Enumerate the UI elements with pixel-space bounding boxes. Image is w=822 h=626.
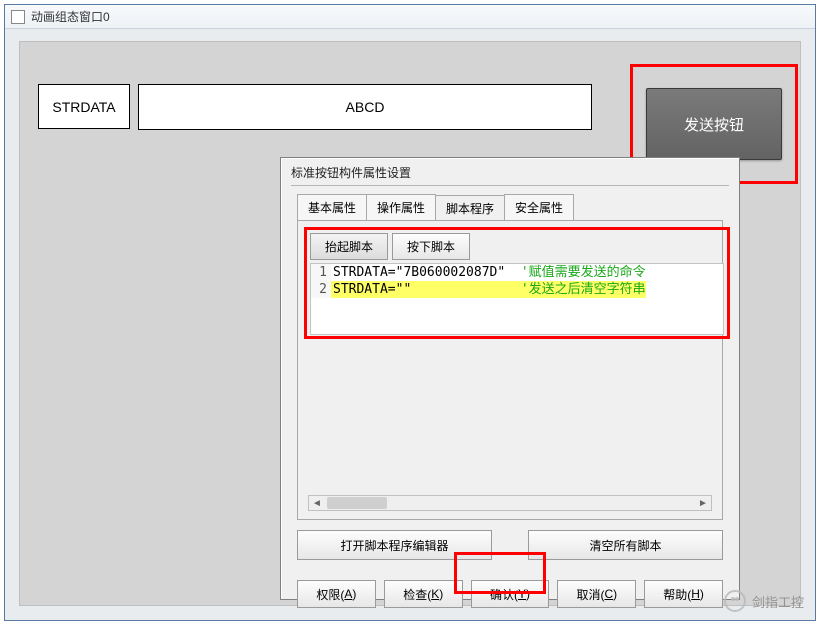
line-number: 1: [311, 264, 331, 281]
line-number: 2: [311, 281, 331, 298]
tab-operation[interactable]: 操作属性: [366, 194, 436, 220]
editor-buttons-row: 打开脚本程序编辑器 清空所有脚本: [297, 530, 723, 560]
strdata-display: STRDATA: [38, 84, 130, 129]
tab-script[interactable]: 脚本程序: [435, 195, 505, 221]
watermark: 剑指工控: [724, 590, 804, 612]
dialog-title: 标准按钮构件属性设置: [281, 158, 739, 183]
code-text-highlighted: STRDATA="" '发送之后清空字符串: [331, 281, 646, 298]
properties-dialog: 标准按钮构件属性设置 基本属性 操作属性 脚本程序 安全属性 抬起脚本 按下脚本…: [280, 157, 740, 600]
abcd-display: ABCD: [138, 84, 592, 130]
horizontal-scrollbar[interactable]: ◄ ►: [308, 495, 712, 511]
code-comment: '赋值需要发送的命令: [521, 265, 646, 280]
subtab-release-script[interactable]: 抬起脚本: [310, 233, 388, 260]
titlebar: 动画组态窗口0: [5, 5, 815, 29]
window-title: 动画组态窗口0: [31, 8, 110, 25]
tabs-row: 基本属性 操作属性 脚本程序 安全属性: [297, 194, 723, 220]
script-editor[interactable]: 1 STRDATA="7B060002087D" '赋值需要发送的命令 2 ST…: [310, 263, 724, 335]
clear-all-scripts-button[interactable]: 清空所有脚本: [528, 530, 723, 560]
scroll-thumb[interactable]: [327, 497, 387, 509]
check-button[interactable]: 检查(K): [384, 580, 463, 608]
scroll-track[interactable]: [325, 496, 695, 510]
dialog-title-separator: [291, 185, 729, 186]
subtab-press-script[interactable]: 按下脚本: [392, 233, 470, 260]
subtabs: 抬起脚本 按下脚本: [310, 233, 724, 260]
send-button[interactable]: 发送按钮: [646, 88, 782, 160]
scroll-right-icon[interactable]: ►: [695, 496, 711, 510]
tab-basic[interactable]: 基本属性: [297, 194, 367, 220]
app-icon: [11, 10, 25, 24]
script-area-highlight: 抬起脚本 按下脚本 1 STRDATA="7B060002087D" '赋值需要…: [304, 227, 730, 339]
code-text: STRDATA="7B060002087D" '赋值需要发送的命令: [331, 264, 646, 281]
watermark-icon: [724, 590, 746, 612]
help-button[interactable]: 帮助(H): [644, 580, 723, 608]
tab-body: 抬起脚本 按下脚本 1 STRDATA="7B060002087D" '赋值需要…: [297, 220, 723, 520]
ok-button[interactable]: 确认(Y): [471, 580, 550, 608]
scroll-left-icon[interactable]: ◄: [309, 496, 325, 510]
permission-button[interactable]: 权限(A): [297, 580, 376, 608]
dialog-button-row: 权限(A) 检查(K) 确认(Y) 取消(C) 帮助(H): [297, 580, 723, 608]
code-line-2: 2 STRDATA="" '发送之后清空字符串: [311, 281, 723, 298]
cancel-button[interactable]: 取消(C): [557, 580, 636, 608]
code-line-1: 1 STRDATA="7B060002087D" '赋值需要发送的命令: [311, 264, 723, 281]
tab-security[interactable]: 安全属性: [504, 194, 574, 220]
open-script-editor-button[interactable]: 打开脚本程序编辑器: [297, 530, 492, 560]
top-row: STRDATA ABCD: [38, 84, 592, 130]
code-comment: '发送之后清空字符串: [521, 282, 646, 297]
watermark-text: 剑指工控: [752, 592, 804, 611]
